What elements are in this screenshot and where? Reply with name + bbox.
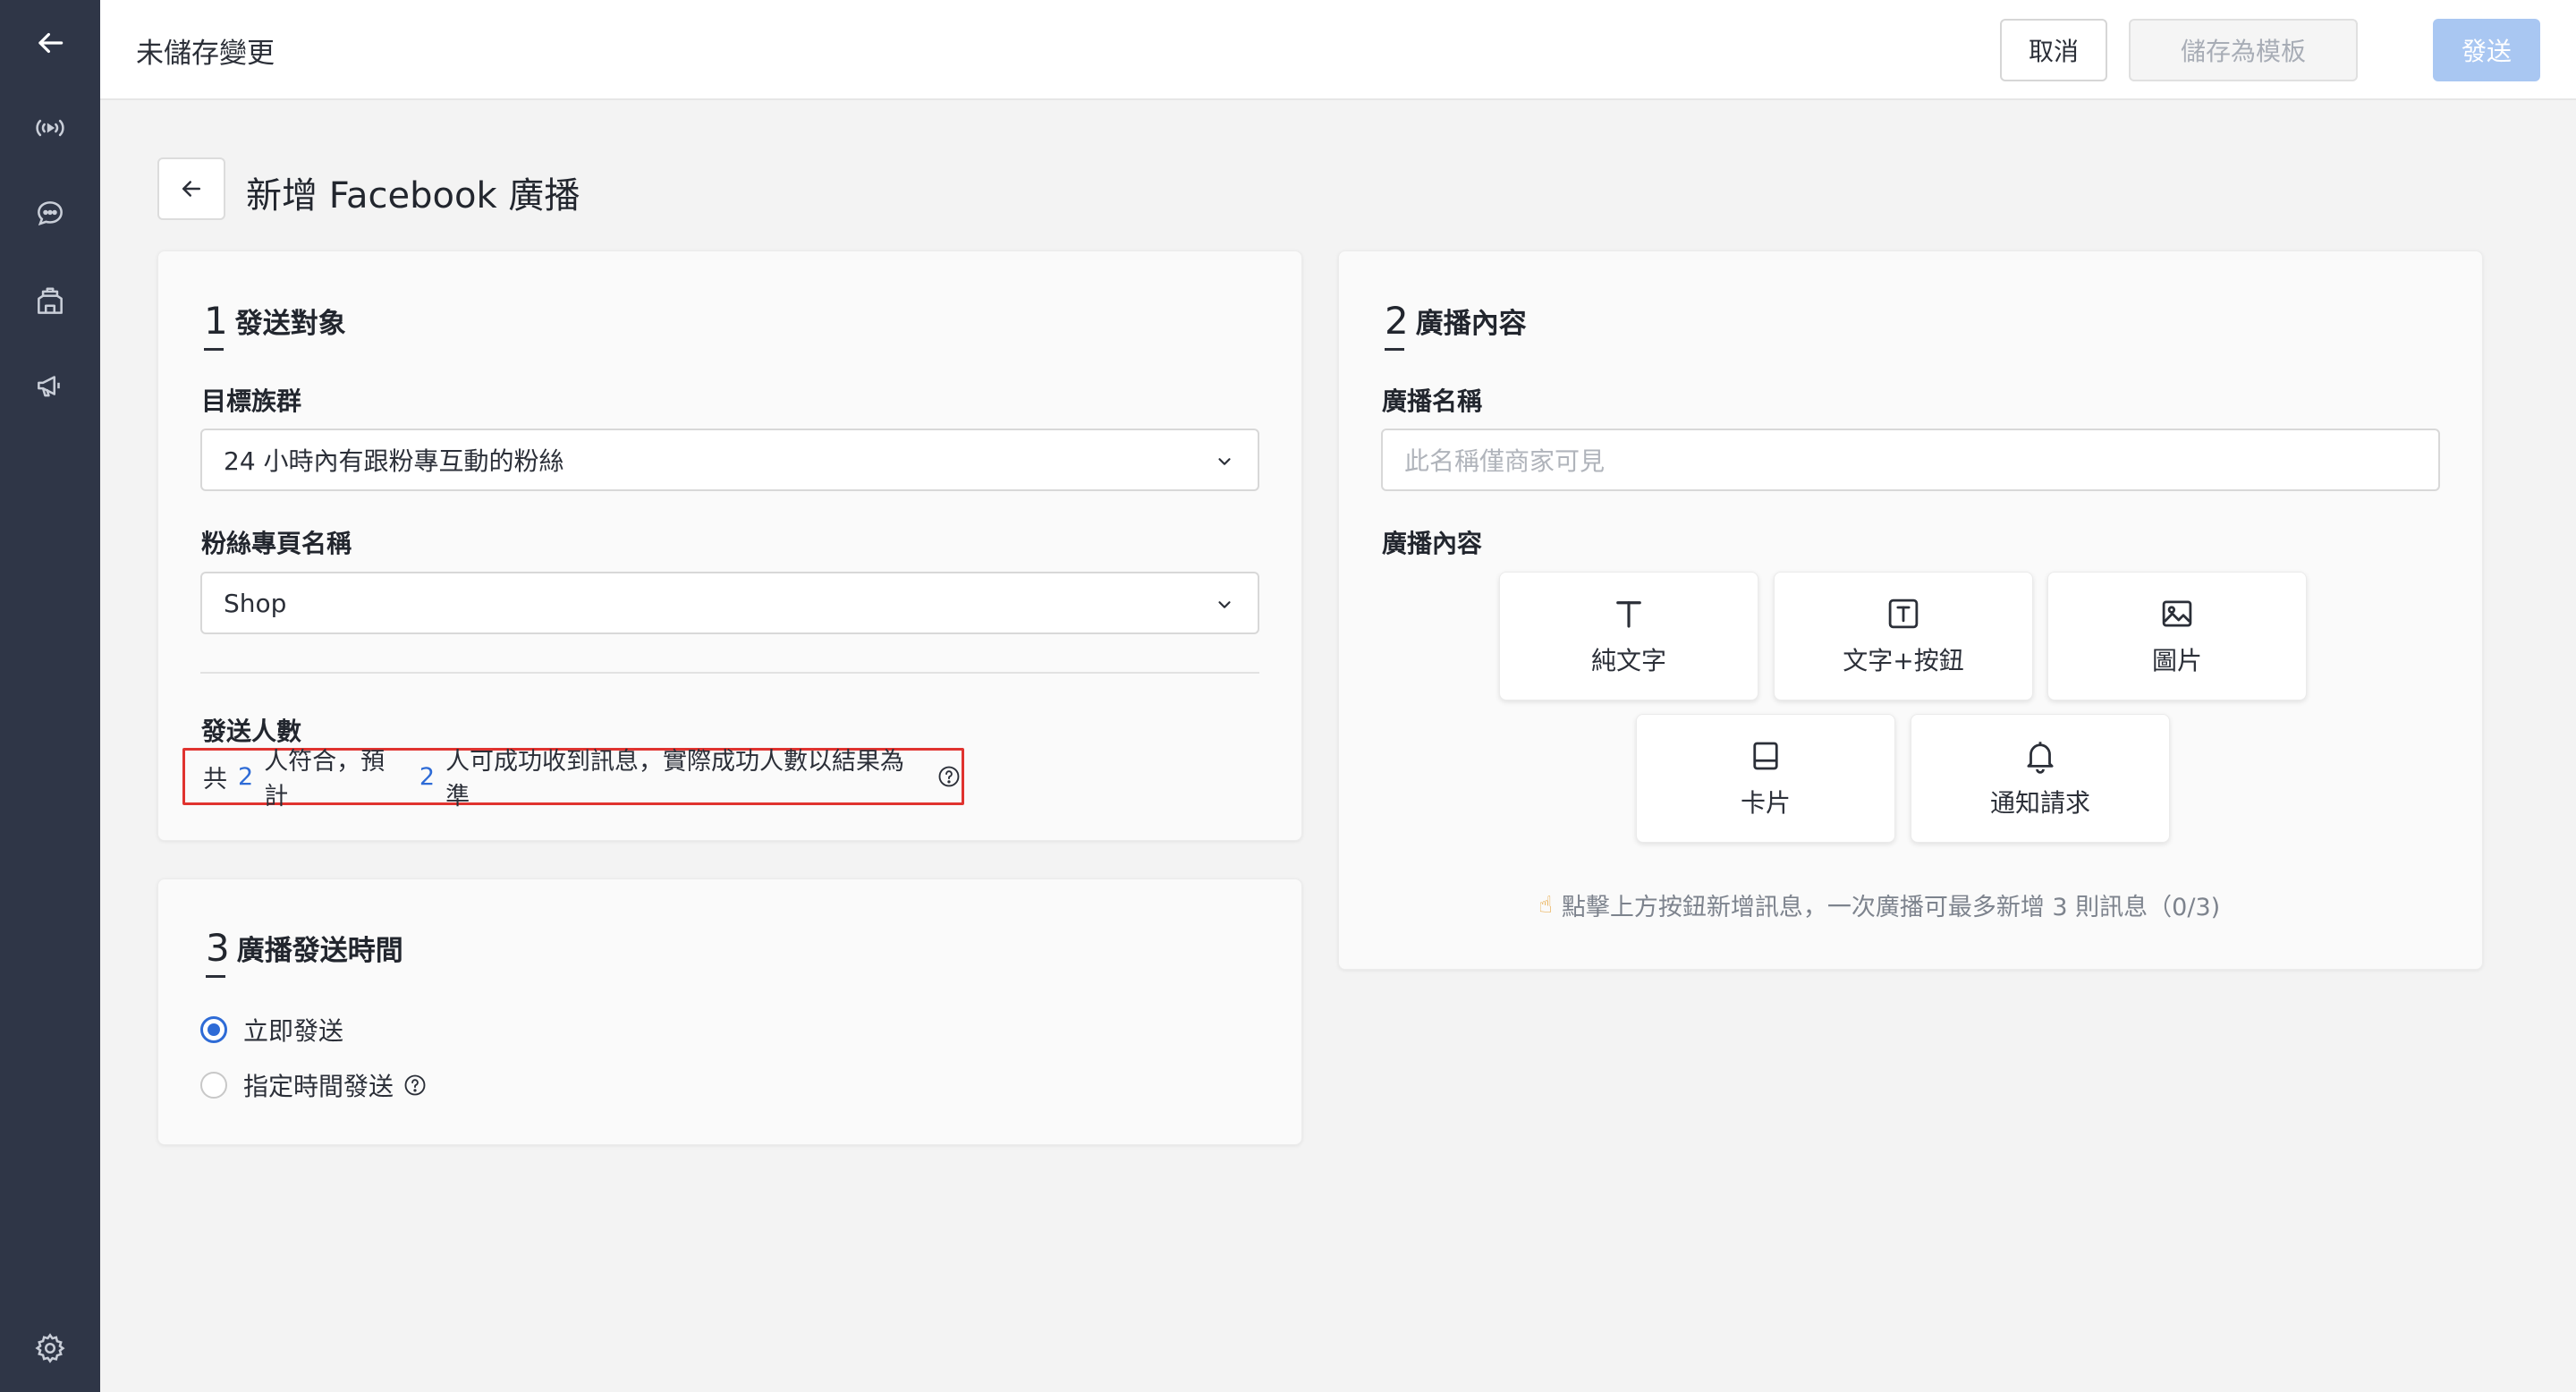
store-icon[interactable] — [28, 279, 72, 324]
back-arrow-icon[interactable] — [28, 21, 72, 65]
gear-icon[interactable] — [28, 1326, 72, 1371]
broadcast-name-input[interactable]: 此名稱僅商家可見 — [1381, 429, 2440, 491]
tile-label: 文字+按鈕 — [1843, 646, 1964, 675]
pointing-hand-icon: ☝ — [1538, 891, 1553, 919]
tile-label: 卡片 — [1740, 788, 1791, 818]
chevron-down-icon — [1218, 601, 1231, 608]
back-arrow-icon — [182, 181, 200, 197]
divider — [200, 672, 1259, 674]
text-box-icon — [1888, 598, 1919, 629]
section-number: 2 — [1385, 299, 1409, 351]
tile-label: 通知請求 — [1989, 788, 2090, 818]
tile-label: 圖片 — [2151, 646, 2202, 675]
send-now-label: 立即發送 — [243, 1016, 344, 1046]
help-circle-icon[interactable] — [402, 1073, 428, 1098]
send-now-option[interactable]: 立即發送 — [200, 1012, 343, 1048]
image-icon — [2162, 600, 2192, 627]
target-audience-value: 24 小時內有跟粉專互動的粉絲 — [224, 446, 564, 476]
add-message-hint: ☝ 點擊上方按鈕新增訊息，一次廣播可最多新增 3 則訊息（0/3) — [1538, 887, 2220, 922]
broadcast-name-label: 廣播名稱 — [1382, 386, 1483, 416]
page-back-button[interactable] — [157, 157, 225, 220]
scheduled-send-option[interactable]: 指定時間發送 — [200, 1067, 428, 1103]
add-image-button[interactable]: 圖片 — [2047, 572, 2307, 700]
count-mid-text: 人符合，預計 — [264, 748, 386, 811]
section-number: 3 — [206, 926, 230, 978]
target-audience-label: 目標族群 — [201, 386, 302, 416]
card-icon — [1753, 742, 1778, 770]
sidebar — [0, 0, 100, 1392]
add-notification-request-button[interactable]: 通知請求 — [1911, 714, 2170, 843]
radio-selected[interactable] — [200, 1016, 227, 1043]
section-title: 廣播發送時間 — [236, 935, 403, 967]
expected-count: 2 — [419, 762, 436, 791]
send-button[interactable]: 發送 — [2433, 19, 2540, 81]
fanpage-label: 粉絲專頁名稱 — [201, 529, 352, 558]
broadcast-content-label: 廣播內容 — [1382, 529, 1483, 558]
save-template-button[interactable]: 儲存為模板 — [2129, 19, 2358, 81]
count-prefix: 共 — [203, 765, 227, 794]
help-circle-icon[interactable] — [936, 764, 962, 789]
section3-heading: 3 廣播發送時間 — [206, 926, 403, 978]
fanpage-value: Shop — [224, 588, 287, 618]
text-icon — [1616, 601, 1641, 628]
chat-icon[interactable] — [28, 191, 72, 236]
scheduled-send-label: 指定時間發送 — [243, 1072, 394, 1101]
broadcast-icon[interactable] — [28, 106, 72, 150]
unsaved-status: 未儲存變更 — [136, 38, 275, 70]
megaphone-icon[interactable] — [28, 363, 72, 408]
matched-count: 2 — [238, 762, 254, 791]
chevron-down-icon — [1218, 458, 1231, 465]
send-count-summary: 共 2 人符合，預計 2 人可成功收到訊息，實際成功人數以結果為準 — [182, 748, 964, 811]
tile-label: 純文字 — [1590, 646, 1666, 675]
section1-heading: 1 發送對象 — [204, 299, 346, 351]
target-audience-select[interactable]: 24 小時內有跟粉專互動的粉絲 — [200, 429, 1259, 491]
add-text-button[interactable]: 純文字 — [1499, 572, 1758, 700]
hint-text: 點擊上方按鈕新增訊息，一次廣播可最多新增 3 則訊息（0/3) — [1561, 894, 2221, 921]
add-card-button[interactable]: 卡片 — [1636, 714, 1895, 843]
section-title: 廣播內容 — [1415, 308, 1527, 340]
bell-icon — [2027, 742, 2054, 774]
fanpage-select[interactable]: Shop — [200, 572, 1259, 634]
section-number: 1 — [204, 299, 228, 351]
page-title: 新增 Facebook 廣播 — [246, 175, 580, 216]
radio-unselected[interactable] — [200, 1072, 227, 1099]
broadcast-name-placeholder: 此名稱僅商家可見 — [1404, 446, 1606, 476]
count-suffix: 人可成功收到訊息，實際成功人數以結果為準 — [445, 748, 905, 811]
add-text-button-button[interactable]: 文字+按鈕 — [1774, 572, 2033, 700]
section2-heading: 2 廣播內容 — [1385, 299, 1527, 351]
section-title: 發送對象 — [234, 308, 346, 340]
cancel-button[interactable]: 取消 — [2000, 19, 2107, 81]
